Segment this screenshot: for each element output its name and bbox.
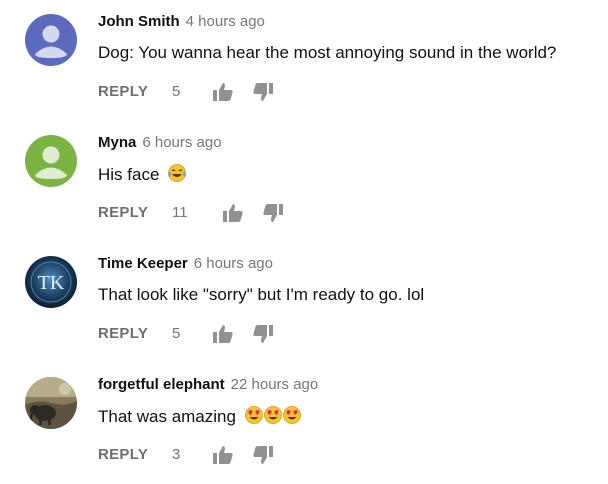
comment: John Smith 4 hours ago Dog: You wanna hea… — [0, 0, 608, 121]
author-name[interactable]: Time Keeper — [98, 255, 188, 272]
thumbs-up-icon[interactable] — [212, 82, 234, 102]
avatar[interactable] — [25, 14, 77, 66]
thumbs-down-icon[interactable] — [252, 445, 274, 465]
thumbs-down-icon[interactable] — [252, 324, 274, 344]
comment-header: Time Keeper 6 hours ago — [98, 255, 273, 273]
reply-button[interactable]: REPLY — [98, 82, 148, 102]
comment-header: John Smith 4 hours ago — [98, 13, 265, 31]
comment: Myna 6 hours ago His face REPLY 11 — [0, 121, 608, 242]
reply-button[interactable]: REPLY — [98, 445, 148, 465]
heart-eyes-emoji-icon — [244, 405, 302, 431]
avatar-letters: TK — [38, 272, 65, 294]
default-avatar-icon — [25, 14, 77, 66]
thumbs-down-icon[interactable] — [262, 203, 284, 223]
avatar[interactable]: TK — [25, 256, 77, 308]
like-count: 5 — [172, 325, 181, 342]
comment-text: His face — [98, 163, 187, 189]
default-avatar-icon — [25, 135, 77, 187]
comment-text-body: That look like "sorry" but I'm ready to … — [98, 285, 425, 304]
thumbs-up-icon[interactable] — [222, 203, 244, 223]
like-count: 3 — [172, 446, 181, 463]
reply-button[interactable]: REPLY — [98, 324, 148, 344]
comment-text: That was amazing — [98, 405, 302, 431]
avatar[interactable] — [25, 135, 77, 187]
comment: TK Time Keeper 6 hours ago That look like… — [0, 242, 608, 363]
like-count: 11 — [172, 204, 188, 221]
thumbs-up-icon[interactable] — [212, 324, 234, 344]
comment-header: forgetful elephant 22 hours ago — [98, 376, 318, 394]
comment-header: Myna 6 hours ago — [98, 134, 222, 152]
author-name[interactable]: forgetful elephant — [98, 376, 225, 393]
reply-button[interactable]: REPLY — [98, 203, 148, 223]
tk-logo-avatar-icon: TK — [25, 256, 77, 308]
comment-text: That look like "sorry" but I'm ready to … — [98, 284, 424, 306]
thumbs-up-icon[interactable] — [212, 445, 234, 465]
comment-text: Dog: You wanna hear the most annoying so… — [98, 42, 556, 64]
author-name[interactable]: John Smith — [98, 13, 180, 30]
thumbs-down-icon[interactable] — [252, 82, 274, 102]
timestamp[interactable]: 22 hours ago — [231, 376, 319, 393]
timestamp[interactable]: 4 hours ago — [186, 13, 265, 30]
comment-text-body: His face — [98, 165, 160, 184]
like-count: 5 — [172, 83, 181, 100]
author-name[interactable]: Myna — [98, 134, 136, 151]
timestamp[interactable]: 6 hours ago — [194, 255, 273, 272]
comment-text-body: That was amazing — [98, 407, 236, 426]
comment: forgetful elephant 22 hours ago That was … — [0, 363, 608, 484]
avatar[interactable] — [25, 377, 77, 429]
timestamp[interactable]: 6 hours ago — [142, 134, 221, 151]
tears-of-joy-emoji-icon — [167, 163, 187, 189]
elephant-photo-avatar-icon — [25, 377, 77, 429]
comment-text-body: Dog: You wanna hear the most annoying so… — [98, 43, 557, 62]
